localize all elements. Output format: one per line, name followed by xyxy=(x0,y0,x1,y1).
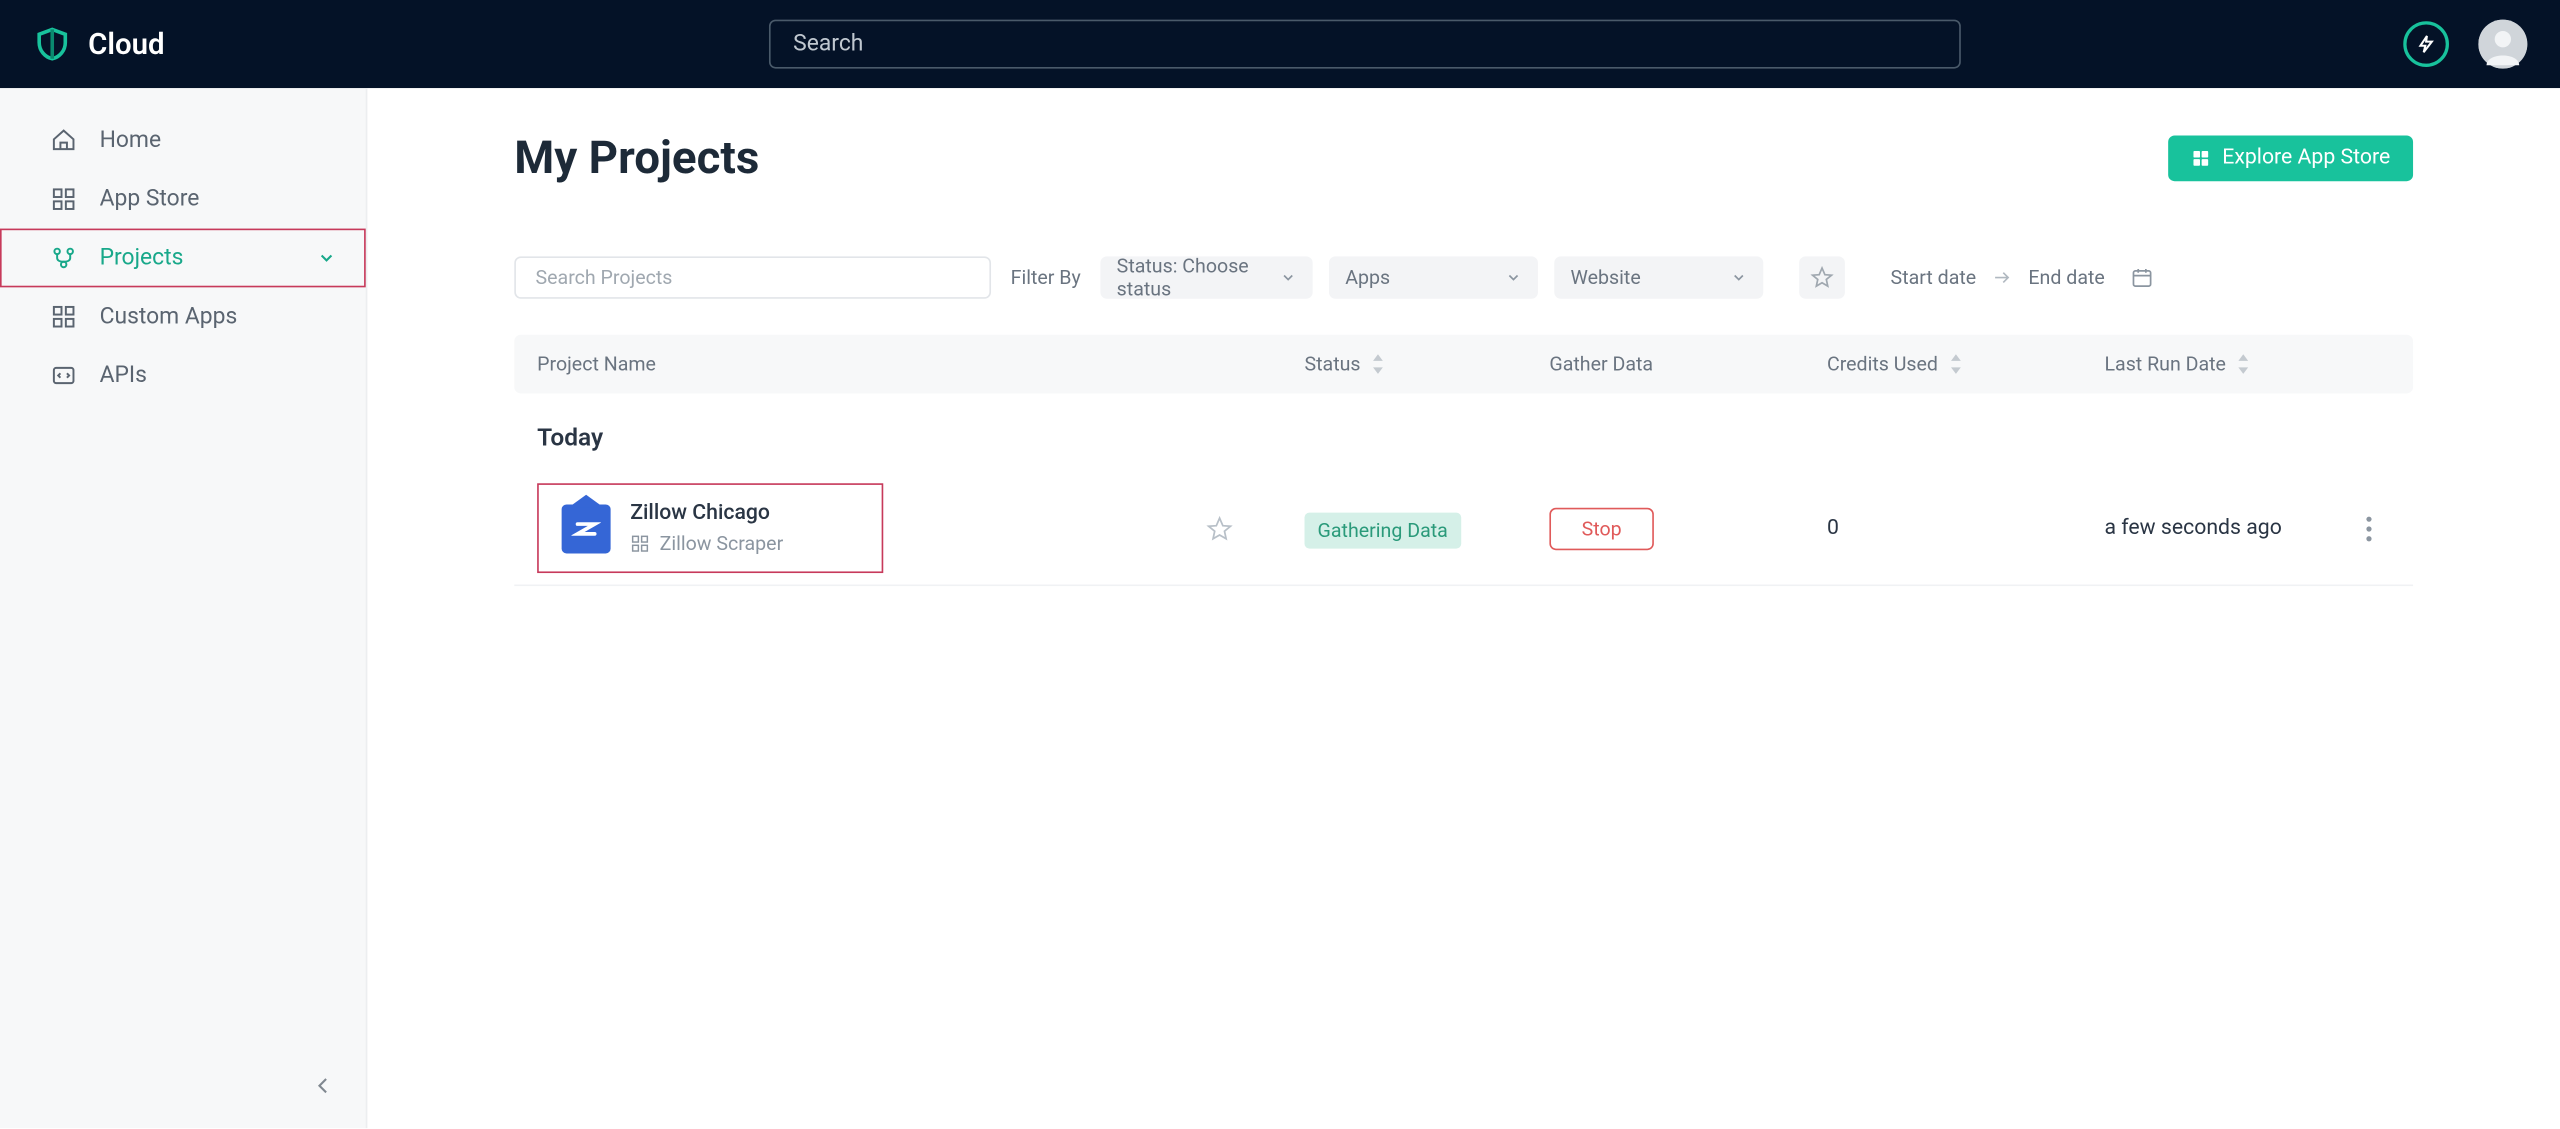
zillow-logo-icon xyxy=(562,504,611,553)
sort-icon xyxy=(1370,354,1386,374)
col-header-name[interactable]: Project Name xyxy=(537,353,1206,376)
grid-icon xyxy=(51,304,77,330)
fork-icon xyxy=(51,245,77,271)
favorites-filter-button[interactable] xyxy=(1799,256,1845,298)
chevron-down-icon xyxy=(1280,269,1296,285)
start-date-label: Start date xyxy=(1891,266,1977,289)
explore-app-store-button[interactable]: Explore App Store xyxy=(2168,135,2413,181)
shield-logo-icon xyxy=(33,24,72,63)
main-content: My Projects Explore App Store Filter By … xyxy=(367,88,2560,1128)
sidebar-item-label: Custom Apps xyxy=(100,304,238,330)
sidebar-item-label: Projects xyxy=(100,245,184,271)
calendar-icon xyxy=(2131,266,2154,289)
chevron-down-icon xyxy=(317,248,337,268)
sidebar-item-custom-apps[interactable]: Custom Apps xyxy=(0,287,366,346)
sort-icon xyxy=(2236,354,2252,374)
apps-filter-select[interactable]: Apps xyxy=(1329,256,1538,298)
bolt-button[interactable] xyxy=(2403,21,2449,67)
arrow-right-icon xyxy=(1993,268,2013,288)
chevron-down-icon xyxy=(1731,269,1747,285)
brand[interactable]: Cloud xyxy=(33,24,165,63)
star-icon xyxy=(1207,515,1233,541)
status-badge: Gathering Data xyxy=(1304,513,1460,549)
global-search-input[interactable] xyxy=(769,20,1961,69)
brand-name: Cloud xyxy=(88,27,164,61)
table-row[interactable]: Zillow Chicago Zillow Scraper Ga xyxy=(514,472,2413,586)
col-header-gather[interactable]: Gather Data xyxy=(1549,353,1827,376)
sidebar-collapse-button[interactable] xyxy=(304,1067,343,1106)
col-header-credits[interactable]: Credits Used xyxy=(1827,353,2105,376)
projects-table: Project Name Status Gather Data Credits … xyxy=(514,335,2413,586)
grid-icon xyxy=(2191,148,2211,168)
star-icon xyxy=(1811,266,1834,289)
code-icon xyxy=(51,362,77,388)
favorite-toggle[interactable] xyxy=(1207,515,1305,541)
page-title: My Projects xyxy=(514,131,759,185)
sidebar-item-label: App Store xyxy=(100,186,200,212)
search-projects-input[interactable] xyxy=(514,256,991,298)
last-run-value: a few seconds ago xyxy=(2104,516,2365,540)
chevron-down-icon xyxy=(1505,269,1521,285)
bolt-icon xyxy=(2416,34,2436,54)
home-icon xyxy=(51,127,77,153)
project-card[interactable]: Zillow Chicago Zillow Scraper xyxy=(537,483,883,573)
status-filter-label: Status: Choose status xyxy=(1117,255,1267,301)
sidebar-item-label: APIs xyxy=(100,362,147,388)
website-filter-label: Website xyxy=(1571,266,1641,289)
section-today: Today xyxy=(514,393,2413,471)
explore-button-label: Explore App Store xyxy=(2222,145,2390,169)
more-vertical-icon xyxy=(2366,515,2374,541)
filter-by-label: Filter By xyxy=(1011,266,1081,289)
end-date-label: End date xyxy=(2028,266,2104,289)
sidebar-item-projects[interactable]: Projects xyxy=(0,229,366,288)
date-range-filter[interactable]: Start date End date xyxy=(1891,266,2154,289)
topbar: Cloud xyxy=(0,0,2560,88)
col-header-last[interactable]: Last Run Date xyxy=(2104,353,2365,376)
sort-icon xyxy=(1948,354,1964,374)
website-filter-select[interactable]: Website xyxy=(1554,256,1763,298)
stop-button[interactable]: Stop xyxy=(1549,507,1653,549)
status-filter-select[interactable]: Status: Choose status xyxy=(1100,256,1312,298)
filter-bar: Filter By Status: Choose status Apps Web… xyxy=(514,256,2413,298)
sidebar-item-app-store[interactable]: App Store xyxy=(0,170,366,229)
table-header: Project Name Status Gather Data Credits … xyxy=(514,335,2413,394)
project-type: Zillow Scraper xyxy=(630,532,783,555)
sidebar-item-apis[interactable]: APIs xyxy=(0,346,366,405)
project-name: Zillow Chicago xyxy=(630,501,783,525)
grid-icon xyxy=(51,186,77,212)
sidebar-item-label: Home xyxy=(100,127,162,153)
sidebar: Home App Store Projects xyxy=(0,88,367,1128)
row-actions-menu[interactable] xyxy=(2366,515,2390,541)
col-header-status[interactable]: Status xyxy=(1304,353,1549,376)
user-avatar[interactable] xyxy=(2478,20,2527,69)
chevron-left-icon xyxy=(312,1075,335,1098)
sidebar-item-home[interactable]: Home xyxy=(0,111,366,170)
credits-value: 0 xyxy=(1827,516,2105,540)
apps-filter-label: Apps xyxy=(1345,266,1390,289)
